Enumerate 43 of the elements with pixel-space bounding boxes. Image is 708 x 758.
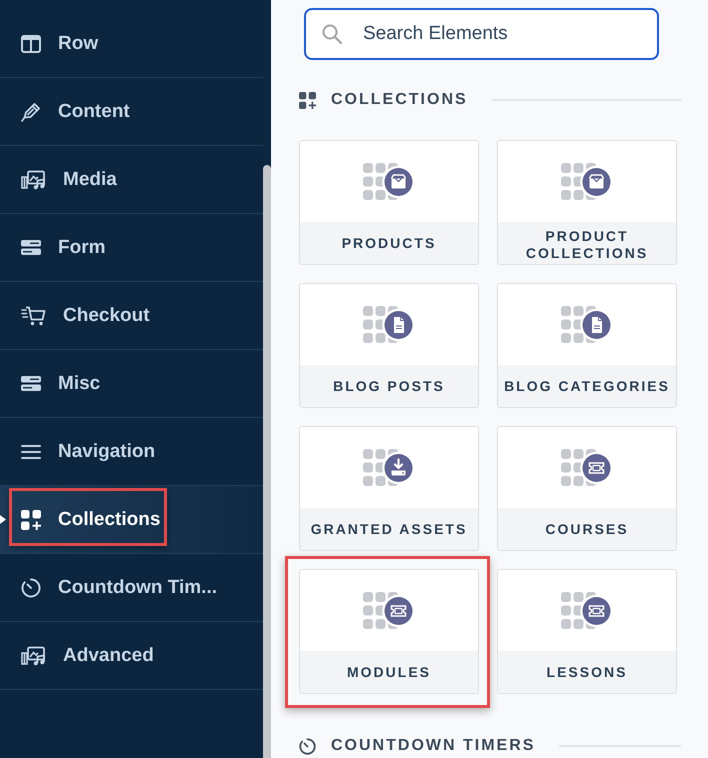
document-icon	[561, 306, 613, 344]
grid-plus-icon	[299, 92, 316, 108]
element-card[interactable]: BLOG CATEGORIES	[497, 283, 677, 408]
caret-icon	[0, 515, 6, 524]
search-field[interactable]: Search Elements	[304, 8, 659, 60]
menu-icon	[21, 444, 41, 460]
card-label: COURSES	[498, 508, 676, 550]
sidebar-item[interactable]: Collections	[0, 486, 263, 554]
card-label: LESSONS	[498, 651, 676, 693]
stacked-bars-icon	[21, 376, 41, 391]
package-icon	[561, 162, 613, 200]
download-icon	[363, 448, 415, 486]
section-title: COLLECTIONS	[331, 90, 468, 110]
element-card[interactable]: LESSONS	[497, 569, 677, 694]
image-music-icon	[21, 646, 46, 666]
card-label: MODULES	[300, 651, 478, 693]
grid-plus-icon	[21, 510, 41, 530]
card-label: BLOG POSTS	[300, 365, 478, 407]
ticket-icon	[363, 592, 415, 630]
element-card[interactable]: PRODUCT COLLECTIONS	[497, 140, 677, 265]
card-label: BLOG CATEGORIES	[498, 365, 676, 407]
package-icon	[363, 162, 415, 200]
element-card[interactable]: GRANTED ASSETS	[299, 426, 479, 551]
ticket-icon	[561, 592, 613, 630]
timer-icon	[21, 578, 41, 598]
card-label: PRODUCT COLLECTIONS	[498, 222, 676, 264]
image-music-icon	[21, 170, 46, 190]
card-label: GRANTED ASSETS	[300, 508, 478, 550]
scrollbar-thumb[interactable]	[263, 165, 271, 758]
timer-icon	[299, 738, 316, 754]
element-card[interactable]: MODULES	[299, 569, 479, 694]
pencil-icon	[21, 102, 41, 122]
section-title: COUNTDOWN TIMERS	[331, 736, 536, 756]
cart-icon	[21, 306, 46, 326]
columns-layout-icon	[21, 34, 41, 52]
element-card[interactable]: COURSES	[497, 426, 677, 551]
element-card[interactable]: BLOG POSTS	[299, 283, 479, 408]
element-card[interactable]: PRODUCTS	[299, 140, 479, 265]
ticket-icon	[561, 448, 613, 486]
stacked-bars-icon	[21, 240, 41, 255]
card-label: PRODUCTS	[300, 222, 478, 264]
document-icon	[363, 306, 415, 344]
search-icon	[322, 24, 342, 44]
